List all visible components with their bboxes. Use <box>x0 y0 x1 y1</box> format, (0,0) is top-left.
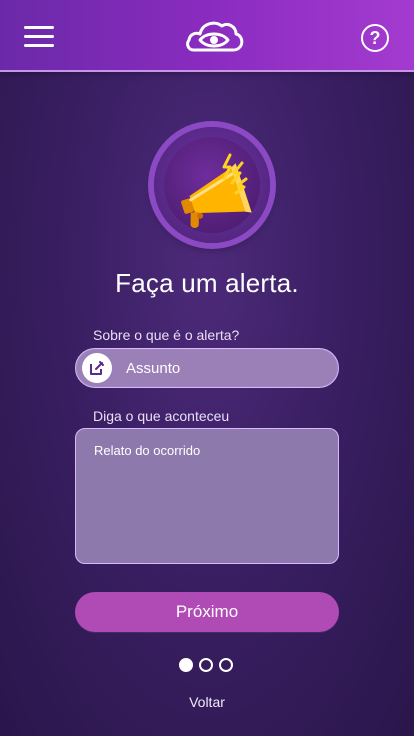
subject-placeholder: Assunto <box>126 360 181 377</box>
step-indicator <box>179 658 239 672</box>
subject-label: Sobre o que é o alerta? <box>93 327 240 343</box>
cloud-eye-logo <box>186 21 244 52</box>
next-button[interactable]: Próximo <box>75 592 339 632</box>
page-title: Faça um alerta. <box>115 268 299 298</box>
step-dot-3 <box>219 658 233 672</box>
story-textarea[interactable]: Relato do ocorrido <box>75 428 339 564</box>
subject-input[interactable]: Assunto <box>75 348 339 388</box>
hamburger-menu-icon[interactable] <box>24 26 54 48</box>
megaphone-badge <box>154 127 270 243</box>
step-dot-1 <box>179 658 193 672</box>
question-icon: ? <box>369 28 381 48</box>
back-link[interactable]: Voltar <box>0 694 414 710</box>
story-label: Diga o que aconteceu <box>93 408 230 424</box>
edit-icon <box>82 353 112 383</box>
megaphone-icon <box>181 153 252 228</box>
app-header: ? <box>0 0 414 72</box>
story-placeholder: Relato do ocorrido <box>94 443 201 458</box>
step-dot-2 <box>199 658 213 672</box>
help-button[interactable]: ? <box>361 24 389 52</box>
